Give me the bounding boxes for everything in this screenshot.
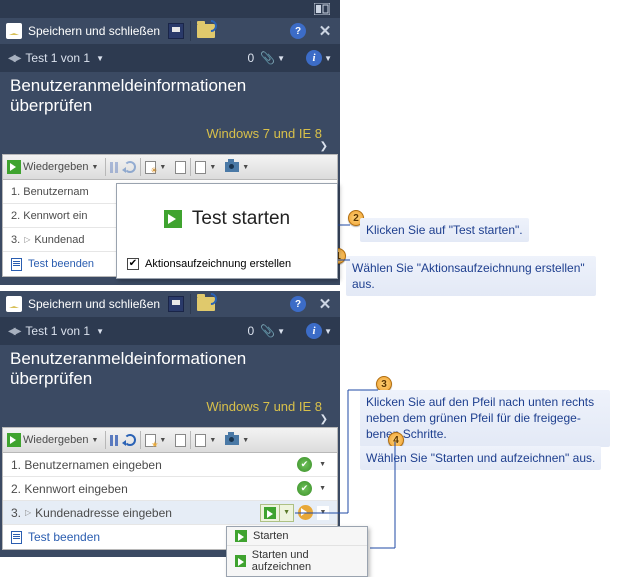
action-toolbar: Wiedergeben ▼ ▼ ▼ ▼ <box>2 154 338 180</box>
active-icon[interactable] <box>298 505 313 520</box>
separator <box>190 21 191 41</box>
step-indicator[interactable]: Test 1 von 1 <box>25 324 90 338</box>
help-icon[interactable]: ? <box>290 296 306 312</box>
save-icon[interactable] <box>168 23 184 39</box>
config-label: Windows 7 und IE 8 <box>0 122 340 143</box>
step-row[interactable]: 2. Kennwort eingeben ✔▼ <box>3 477 337 501</box>
window-top-strip <box>0 0 340 18</box>
document-icon <box>11 258 22 271</box>
camera-icon[interactable] <box>225 162 239 172</box>
step-indicator[interactable]: Test 1 von 1 <box>25 51 90 65</box>
test-runner-panel-2: Speichern und schließen ? ✕ ◀▶ Test 1 vo… <box>0 291 340 557</box>
reset-icon[interactable] <box>124 434 136 446</box>
test-runner-panel-1: Speichern und schließen ? ✕ ◀▶ Test 1 vo… <box>0 0 340 285</box>
step-bar: ◀▶ Test 1 von 1 ▼ 0 📎 ▼ i ▼ <box>0 317 340 345</box>
page-icon[interactable] <box>175 434 186 447</box>
notebook-icon[interactable] <box>6 296 22 312</box>
page-star-icon[interactable] <box>145 434 156 447</box>
page-icon-2[interactable] <box>195 161 206 174</box>
attachment-icon[interactable]: 📎 <box>260 324 275 338</box>
play-split-button[interactable]: ▼ <box>260 504 294 522</box>
info-dropdown-icon[interactable]: ▼ <box>324 54 332 63</box>
pass-icon[interactable]: ✔ <box>297 457 312 472</box>
pass-icon[interactable]: ✔ <box>297 481 312 496</box>
step-row-shared[interactable]: 3.▷Kundenadresse eingeben ▼ ▼ <box>3 501 337 525</box>
save-icon[interactable] <box>168 296 184 312</box>
prev-test-icon[interactable]: ◀▶ <box>8 53 19 64</box>
play-dropdown-toggle[interactable]: ▼ <box>279 505 293 521</box>
step-dropdown-icon[interactable]: ▼ <box>96 54 104 63</box>
attachment-icon[interactable]: 📎 <box>260 51 275 65</box>
attach-dropdown-icon[interactable]: ▼ <box>277 54 285 63</box>
menu-item-start-record[interactable]: Starten und aufzeichnen <box>227 546 367 576</box>
step-row[interactable]: 1. Benutzernamen eingeben ✔▼ <box>3 453 337 477</box>
title-area: Benutzeranmeldeinformationen überprüfen <box>0 72 340 122</box>
document-icon <box>11 531 22 544</box>
pause-icon[interactable] <box>110 435 118 446</box>
reset-icon <box>124 161 136 173</box>
action-toolbar: Wiedergeben ▼ ▼ ▼ ▼ <box>2 427 338 453</box>
separator <box>291 48 292 68</box>
expand-icon[interactable]: ❯ <box>0 141 340 152</box>
config-label: Windows 7 und IE 8 <box>0 395 340 416</box>
page-icon[interactable] <box>175 161 186 174</box>
info-icon[interactable]: i <box>306 323 322 339</box>
play-label[interactable]: Wiedergeben <box>23 434 88 446</box>
save-close-label[interactable]: Speichern und schließen <box>28 297 160 311</box>
start-test-button[interactable]: Test starten <box>117 184 337 254</box>
play-label[interactable]: Wiedergeben <box>23 161 88 173</box>
page-icon-2[interactable] <box>195 434 206 447</box>
help-icon[interactable]: ? <box>290 23 306 39</box>
callout-4-text: Wählen Sie "Starten und aufzeichnen" aus… <box>360 446 601 470</box>
notebook-icon[interactable] <box>6 23 22 39</box>
tool-dropdown-icon[interactable]: ▼ <box>159 164 166 171</box>
create-recording-checkbox[interactable]: ✔ Aktionsaufzeichnung erstellen <box>117 254 337 278</box>
open-icon[interactable] <box>197 297 215 311</box>
checkbox-icon: ✔ <box>127 258 139 270</box>
play-icon[interactable] <box>7 160 21 174</box>
callout-1-text: Wählen Sie "Aktionsaufzeichnung erstelle… <box>346 256 596 296</box>
camera-icon[interactable] <box>225 435 239 445</box>
ribbon-bar: Speichern und schließen ? ✕ <box>0 18 340 44</box>
play-icon <box>164 210 182 228</box>
play-icon <box>264 507 276 519</box>
step-bar: ◀▶ Test 1 von 1 ▼ 0 📎 ▼ i ▼ <box>0 44 340 72</box>
prev-test-icon[interactable]: ◀▶ <box>8 326 19 337</box>
play-dropdown-menu: Starten Starten und aufzeichnen <box>226 526 368 577</box>
open-icon[interactable] <box>197 24 215 38</box>
pause-icon <box>110 162 118 173</box>
info-icon[interactable]: i <box>306 50 322 66</box>
menu-item-start[interactable]: Starten <box>227 527 367 546</box>
play-icon[interactable] <box>7 433 21 447</box>
attachment-count: 0 <box>248 51 255 65</box>
play-icon <box>235 530 247 542</box>
test-title: Benutzeranmeldeinformationen überprüfen <box>10 76 330 116</box>
test-title: Benutzeranmeldeinformationen überprüfen <box>10 349 330 389</box>
layout-icon[interactable] <box>314 3 330 15</box>
page-gear-icon[interactable] <box>145 161 156 174</box>
close-icon[interactable]: ✕ <box>316 22 334 40</box>
attachment-count: 0 <box>248 324 255 338</box>
play-dropdown-icon[interactable]: ▼ <box>91 164 98 171</box>
start-test-popup: Test starten ✔ Aktionsaufzeichnung erste… <box>116 183 338 279</box>
step-dropdown-icon[interactable]: ▼ <box>96 327 104 336</box>
callout-2-text: Klicken Sie auf "Test starten". <box>360 218 529 242</box>
ribbon-bar: Speichern und schließen ? ✕ <box>0 291 340 317</box>
status-dropdown-icon[interactable]: ▼ <box>317 506 329 520</box>
play-icon <box>235 555 246 567</box>
save-close-label[interactable]: Speichern und schließen <box>28 24 160 38</box>
close-icon[interactable]: ✕ <box>316 295 334 313</box>
expand-icon[interactable]: ❯ <box>0 414 340 425</box>
